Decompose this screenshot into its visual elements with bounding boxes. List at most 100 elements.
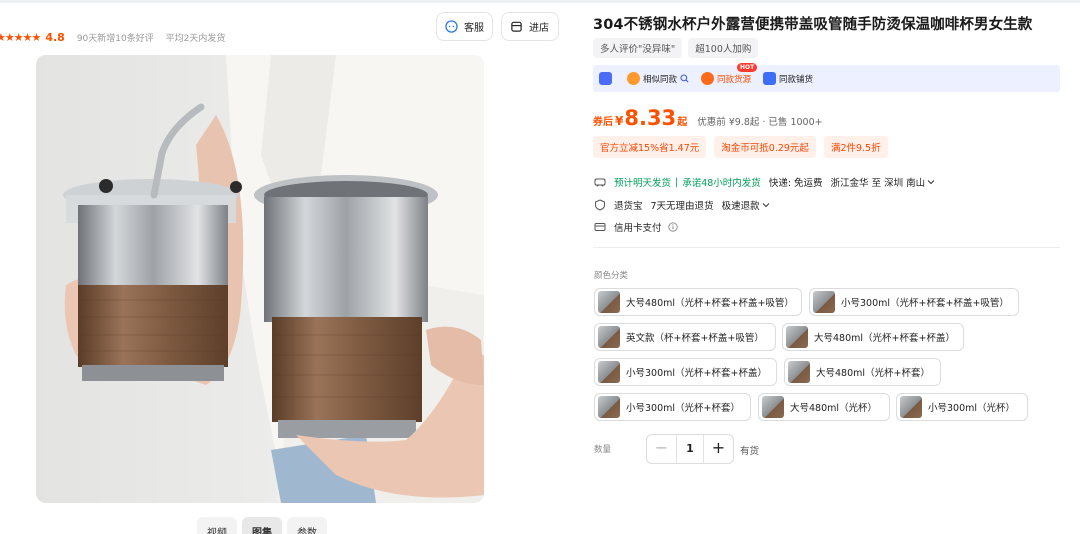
search-icon	[680, 74, 689, 83]
option-small-lid[interactable]: 小号300ml（光杯+杯套+杯盖）	[594, 358, 777, 386]
option-label: 大号480ml（光杯+杯套）	[816, 368, 930, 379]
reviews-meta: 90天新增10条好评	[76, 33, 154, 44]
product-main-image[interactable]	[36, 55, 484, 503]
ship-fee: 快递: 免运费	[768, 178, 823, 189]
option-label: 大号480ml（光杯）	[790, 403, 878, 414]
option-label: 大号480ml（光杯+杯套+杯盖+吸管）	[626, 298, 794, 309]
quantity-input[interactable]: 1	[676, 435, 704, 463]
coupon-multi[interactable]: 满2件9.5折	[823, 136, 888, 158]
product-photo	[36, 55, 484, 503]
option-thumbnail	[813, 291, 835, 313]
truck-icon	[594, 178, 606, 187]
option-thumbnail	[598, 326, 620, 348]
ship-sep: |	[675, 176, 679, 188]
returns-policy: 7天无理由退货	[650, 201, 714, 212]
rating-row: ★★★★★ 4.8 90天新增10条好评 平均2天内发货	[0, 29, 225, 45]
similar-items-label: 相似同款	[643, 74, 678, 85]
star-rating-icons: ★★★★★	[0, 30, 41, 44]
product-title: 304不锈钢水杯户外露营便携带盖吸管随手防烫保温咖啡杯男女生款	[593, 17, 1033, 33]
increase-button[interactable]: +	[704, 435, 733, 463]
returns-row: 退货宝 7天无理由退货 极速退款	[594, 198, 778, 212]
price-prefix: 券后	[593, 117, 613, 128]
option-large-sleeve[interactable]: 大号480ml（光杯+杯套）	[784, 358, 941, 386]
same-list-link[interactable]: 同款铺货	[763, 72, 813, 85]
coupon-official[interactable]: 官方立减15%省1.47元	[593, 136, 707, 158]
coupon-coins[interactable]: 淘金币可抵0.29元起	[714, 136, 816, 158]
same-list-label: 同款铺货	[779, 74, 814, 85]
rating-meta: 90天新增10条好评 平均2天内发货	[77, 31, 226, 44]
gallery-tabs: 视频 图集 参数	[197, 517, 327, 534]
similar-icon	[627, 72, 640, 85]
fast-refund[interactable]: 极速退款	[722, 198, 760, 212]
credit-card-icon	[594, 223, 606, 231]
option-thumbnail	[598, 396, 620, 418]
tab-video[interactable]: 视频	[197, 517, 237, 534]
option-thumbnail	[762, 396, 784, 418]
original-price: 优惠前 ¥9.8起 · 已售 1000+	[697, 117, 823, 128]
shipping-row: 预计明天发货 | 承诺48小时内发货 快递: 免运费 浙江金华 至 深圳 南山	[594, 175, 943, 189]
stock-status: 有货	[740, 446, 760, 457]
price-row: 券后 ¥ 8.33 起 优惠前 ¥9.8起 · 已售 1000+	[593, 106, 823, 130]
decrease-button[interactable]: −	[647, 435, 676, 463]
quantity-stepper: − 1 +	[646, 434, 734, 464]
tag-cart[interactable]: 超100人加购	[688, 38, 759, 58]
option-large-full[interactable]: 大号480ml（光杯+杯套+杯盖+吸管）	[594, 288, 802, 316]
top-border	[0, 0, 1080, 3]
same-source-label: 同款货源	[717, 74, 752, 85]
option-large-lid[interactable]: 大号480ml（光杯+杯套+杯盖）	[782, 323, 964, 351]
payment-label: 信用卡支付	[614, 223, 662, 234]
option-label: 小号300ml（光杯+杯套+杯盖）	[626, 368, 767, 379]
quantity-label: 数量	[594, 445, 612, 455]
color-label: 颜色分类	[594, 271, 629, 281]
ship-promise: 承诺48小时内发货	[682, 178, 761, 189]
coupon-list: 官方立减15%省1.47元 淘金币可抵0.29元起 满2件9.5折	[593, 136, 888, 158]
option-small-full[interactable]: 小号300ml（光杯+杯套+杯盖+吸管）	[809, 288, 1019, 316]
option-label: 英文款（杯+杯套+杯盖+吸管）	[626, 333, 764, 344]
promo-bar: 相似同款 同款货源 同款铺货	[593, 65, 1060, 92]
chevron-down-icon[interactable]	[762, 201, 770, 209]
tag-review[interactable]: 多人评价"没异味"	[593, 38, 683, 58]
hot-badge: HOT	[737, 63, 758, 72]
shield-icon	[595, 199, 605, 211]
price-suffix: 起	[677, 117, 688, 128]
tab-gallery[interactable]: 图集	[242, 517, 282, 534]
option-label: 大号480ml（光杯+杯套+杯盖）	[814, 333, 955, 344]
returns-label: 退货宝	[614, 201, 643, 212]
same-source-link[interactable]: 同款货源	[701, 72, 751, 85]
customer-service-label: 客服	[464, 23, 484, 34]
option-thumbnail	[788, 361, 810, 383]
customer-service-button[interactable]: 客服	[436, 12, 493, 41]
option-label: 小号300ml（光杯）	[928, 403, 1016, 414]
option-thumbnail	[900, 396, 922, 418]
option-label: 小号300ml（光杯+杯套）	[626, 403, 740, 414]
enter-shop-button[interactable]: 进店	[501, 12, 559, 41]
ship-meta: 平均2天内发货	[165, 33, 226, 44]
payment-row: 信用卡支付	[594, 220, 686, 234]
option-english[interactable]: 英文款（杯+杯套+杯盖+吸管）	[594, 323, 776, 351]
option-thumbnail	[598, 291, 620, 313]
info-icon[interactable]	[667, 222, 678, 232]
similar-items-link[interactable]: 相似同款	[627, 72, 689, 85]
ship-route[interactable]: 浙江金华 至 深圳 南山	[831, 175, 926, 189]
rating-score: 4.8	[45, 30, 65, 44]
source-icon	[701, 72, 715, 85]
store-icon	[511, 21, 522, 32]
option-small-cup[interactable]: 小号300ml（光杯）	[896, 393, 1028, 421]
price-value: 8.33	[624, 106, 677, 130]
option-small-sleeve[interactable]: 小号300ml（光杯+杯套）	[594, 393, 751, 421]
tab-params[interactable]: 参数	[287, 517, 327, 534]
chat-icon	[445, 20, 458, 33]
promo-logo[interactable]	[599, 72, 615, 85]
product-tags: 多人评价"没异味" 超100人加购	[593, 38, 759, 58]
ship-eta: 预计明天发货	[614, 178, 672, 189]
list-icon	[763, 72, 777, 85]
section-divider	[593, 247, 1060, 248]
option-thumbnail	[598, 361, 620, 383]
app-logo-icon	[599, 72, 612, 85]
option-large-cup[interactable]: 大号480ml（光杯）	[758, 393, 890, 421]
option-label: 小号300ml（光杯+杯套+杯盖+吸管）	[841, 298, 1009, 309]
price-currency: ¥	[615, 114, 624, 128]
option-thumbnail	[786, 326, 808, 348]
chevron-down-icon[interactable]	[927, 178, 935, 186]
enter-shop-label: 进店	[529, 23, 549, 34]
